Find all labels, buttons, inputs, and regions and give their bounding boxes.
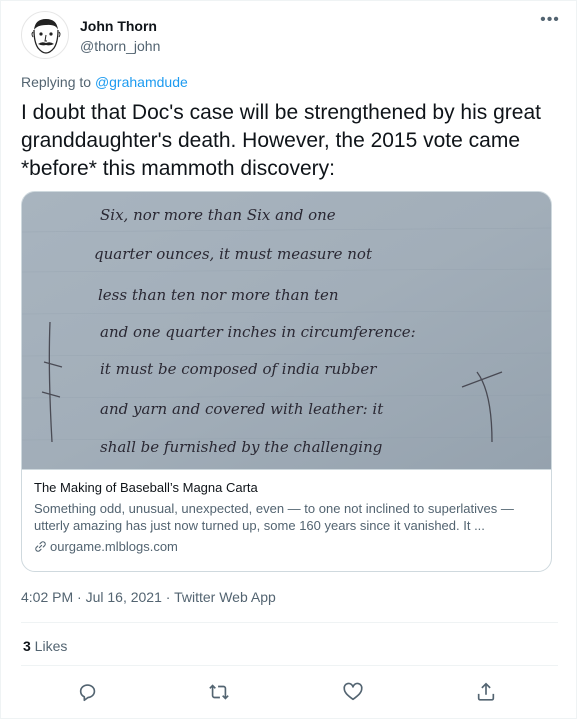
avatar[interactable] (21, 11, 69, 59)
manuscript-line: and yarn and covered with leather: it (100, 400, 384, 418)
tweet-date[interactable]: Jul 16, 2021 (86, 589, 162, 605)
retweet-button[interactable] (208, 681, 232, 705)
divider (21, 665, 558, 666)
manuscript-line: less than ten nor more than ten (98, 286, 339, 304)
tweet-meta: 4:02 PM · Jul 16, 2021 · Twitter Web App (21, 589, 276, 605)
like-button[interactable] (342, 681, 366, 705)
link-card[interactable]: Six, nor more than Six and one quarter o… (21, 191, 552, 572)
link-icon (35, 541, 46, 552)
manuscript-image: Six, nor more than Six and one quarter o… (22, 192, 551, 469)
likes-label: Likes (30, 638, 68, 654)
card-description: Something odd, unusual, unexpected, even… (34, 501, 514, 533)
card-title[interactable]: The Making of Baseball’s Magna Carta (34, 480, 541, 495)
reply-button[interactable] (77, 681, 101, 705)
manuscript-line: shall be furnished by the challenging (100, 438, 382, 456)
share-button[interactable] (475, 681, 499, 705)
card-domain[interactable]: ourgame.mlblogs.com (34, 539, 541, 554)
more-options-icon[interactable]: ••• (539, 12, 561, 35)
manuscript-line: and one quarter inches in circumference: (100, 323, 416, 341)
tweet: John Thorn @thorn_john ••• Replying to @… (0, 0, 577, 719)
card-text[interactable]: The Making of Baseball’s Magna Carta Som… (22, 469, 551, 571)
tweet-source[interactable]: Twitter Web App (174, 589, 276, 605)
manuscript-line: quarter ounces, it must measure not (94, 245, 373, 263)
manuscript-line: it must be composed of india rubber (100, 360, 377, 378)
manuscript-line: Six, nor more than Six and one (100, 206, 336, 224)
reply-icon (79, 684, 96, 702)
likes-number: 3 (23, 638, 31, 654)
reply-mention-link[interactable]: @grahamdude (95, 74, 188, 90)
like-icon (343, 682, 363, 701)
tweet-text: I doubt that Doc's case will be strength… (21, 101, 541, 180)
replying-to: Replying to @grahamdude (21, 74, 188, 90)
action-bar (1, 681, 577, 705)
tweet-header: John Thorn @thorn_john ••• (21, 11, 561, 63)
meta-separator: · (73, 589, 86, 605)
author-name[interactable]: John Thorn (80, 18, 157, 34)
author-handle[interactable]: @thorn_john (80, 38, 160, 54)
likes-count[interactable]: 3 Likes (23, 638, 67, 654)
meta-separator: · (161, 589, 175, 605)
replying-to-label: Replying to (21, 74, 95, 90)
divider (21, 622, 558, 623)
card-image-manuscript[interactable]: Six, nor more than Six and one quarter o… (22, 192, 551, 469)
retweet-icon (209, 684, 229, 700)
share-icon (477, 682, 495, 701)
card-domain-text: ourgame.mlblogs.com (50, 539, 178, 554)
tweet-time[interactable]: 4:02 PM (21, 589, 73, 605)
